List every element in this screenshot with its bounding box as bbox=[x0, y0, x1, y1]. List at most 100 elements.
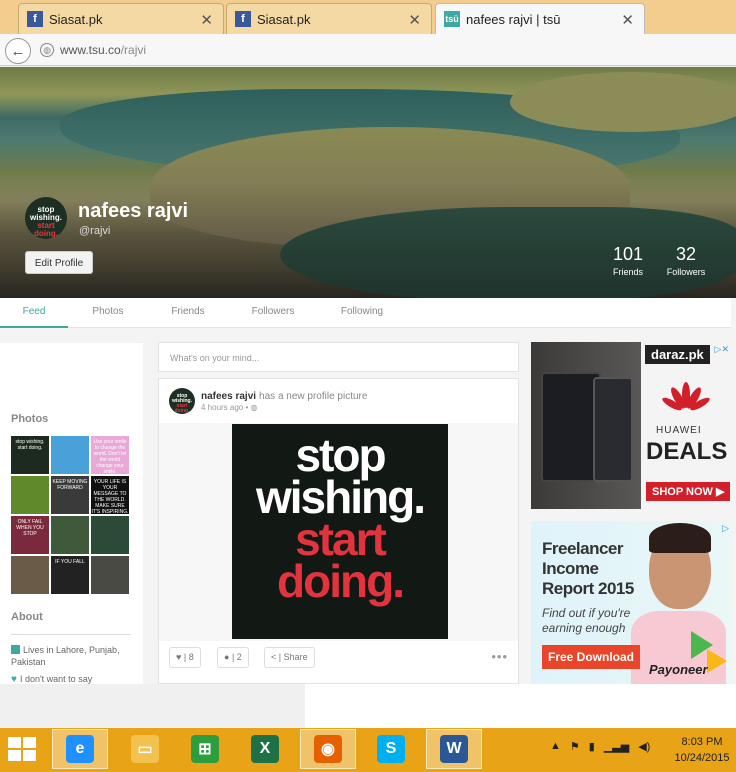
cover-photo: stop wishing. start doing. nafees rajvi … bbox=[0, 67, 736, 298]
ad-banner-payoneer[interactable]: ▷ Freelancer Income Report 2015 Find out i… bbox=[531, 521, 731, 684]
payoneer-logo-icon bbox=[707, 649, 727, 673]
ad-subtext-line: earning enough bbox=[542, 621, 626, 635]
taskbar-app[interactable]: ◉ bbox=[300, 729, 356, 769]
ad-headline-line: Income bbox=[542, 559, 599, 578]
network-icon[interactable]: ▁▃▅ bbox=[604, 740, 629, 753]
relationship-info: ♥ I don't want to say bbox=[11, 674, 92, 684]
taskbar-app[interactable]: X bbox=[237, 729, 293, 769]
power-icon[interactable]: ▮ bbox=[589, 740, 595, 753]
url-field[interactable]: www.tsu.co/rajvi bbox=[60, 43, 146, 57]
location-text: Lives in Lahore, Punjab, Pakistan bbox=[11, 645, 120, 667]
post-composer[interactable]: What's on your mind... bbox=[158, 342, 519, 372]
photo-thumbnail[interactable] bbox=[91, 556, 129, 594]
photo-thumbnail[interactable] bbox=[51, 516, 89, 554]
show-hidden-icons[interactable]: ▲ bbox=[550, 740, 561, 753]
system-clock[interactable]: 8:03 PM 10/24/2015 bbox=[668, 734, 736, 766]
taskbar-app[interactable]: ▭ bbox=[117, 729, 173, 769]
friends-label: Friends bbox=[612, 267, 643, 277]
like-button[interactable]: ♥ | 8 bbox=[169, 647, 201, 668]
photo-thumbnail[interactable]: KEEP MOVING FORWARD bbox=[51, 476, 89, 514]
ad-headline: Freelancer Income Report 2015 bbox=[542, 539, 634, 599]
share-button[interactable]: < | Share bbox=[264, 647, 315, 668]
browser-tab-active[interactable]: tsū nafees rajvi | tsū ✕ bbox=[435, 3, 645, 34]
internet-explorer-icon: e bbox=[66, 735, 94, 763]
tab-friends[interactable]: Friends bbox=[158, 298, 218, 328]
volume-icon[interactable]: ◀) bbox=[638, 740, 650, 753]
photo-thumbnail[interactable] bbox=[51, 436, 89, 474]
start-button[interactable] bbox=[8, 737, 38, 763]
taskbar-app[interactable]: W bbox=[426, 729, 482, 769]
ad-subtext: Find out if you're earning enough bbox=[542, 606, 630, 636]
photo-thumbnail[interactable]: IF YOU FALL bbox=[51, 556, 89, 594]
comment-icon: ● bbox=[224, 652, 230, 662]
photo-thumbnail[interactable]: stop wishing. start doing. bbox=[11, 436, 49, 474]
back-button[interactable]: ← bbox=[5, 38, 31, 64]
browser-tab[interactable]: f Siasat.pk ✕ bbox=[226, 3, 432, 34]
relationship-text: I don't want to say bbox=[19, 674, 93, 684]
browser-tab[interactable]: f Siasat.pk ✕ bbox=[18, 3, 224, 34]
photo-thumbnail[interactable]: Use your smile to change the world. Don'… bbox=[91, 436, 129, 474]
action-center-icon[interactable]: ⚑ bbox=[570, 740, 580, 753]
system-tray: ▲ ⚑ ▮ ▁▃▅ ◀) bbox=[550, 740, 650, 753]
word-icon: W bbox=[440, 735, 468, 763]
photo-thumbnail[interactable]: YOUR LIFE IS YOUR MESSAGE TO THE WORLD. … bbox=[91, 476, 129, 514]
ad-subtext-line: Find out if you're bbox=[542, 606, 631, 620]
followers-count: 32 bbox=[675, 244, 697, 264]
ad-headline-line: Report 2015 bbox=[542, 579, 634, 598]
close-icon[interactable]: ✕ bbox=[200, 11, 213, 29]
ad-choices-icon[interactable]: ▷ bbox=[722, 523, 729, 534]
ad-headline-line: Freelancer bbox=[542, 539, 624, 558]
file-explorer-icon: ▭ bbox=[131, 735, 159, 763]
tab-photos[interactable]: Photos bbox=[78, 298, 138, 328]
post-image[interactable]: stop wishing. start doing. bbox=[232, 424, 448, 639]
photos-heading[interactable]: Photos bbox=[11, 413, 48, 425]
clock-date: 10/24/2015 bbox=[674, 752, 730, 764]
profile-name: nafees rajvi bbox=[78, 200, 189, 222]
blank-area bbox=[0, 684, 305, 728]
divider bbox=[11, 634, 131, 635]
tab-title: Siasat.pk bbox=[257, 11, 311, 27]
post-timestamp[interactable]: 4 hours ago • bbox=[201, 403, 248, 412]
photo-thumbnail[interactable] bbox=[11, 476, 49, 514]
edit-profile-button[interactable]: Edit Profile bbox=[25, 251, 93, 274]
taskbar-app[interactable]: ⊞ bbox=[177, 729, 233, 769]
post-author: nafees rajvi has a new profile picture bbox=[201, 391, 367, 402]
friends-count: 101 bbox=[612, 244, 644, 264]
photo-thumbnail[interactable] bbox=[91, 516, 129, 554]
ad-banner-daraz[interactable]: daraz.pk ▷✕ HUAWEI DEALS SHOP NOW ▶ bbox=[531, 342, 731, 509]
free-download-button[interactable]: Free Download bbox=[542, 645, 641, 669]
comment-button[interactable]: ● | 2 bbox=[217, 647, 249, 668]
tab-following[interactable]: Following bbox=[332, 298, 392, 328]
followers-stat[interactable]: 32 Followers bbox=[664, 244, 708, 277]
heart-icon: ♥ bbox=[11, 674, 17, 684]
friends-stat[interactable]: 101 Friends bbox=[610, 244, 646, 277]
post-image-text: stop bbox=[295, 429, 386, 481]
ad-choices-icon[interactable]: ▷✕ bbox=[715, 344, 729, 355]
photo-thumbnail[interactable] bbox=[11, 556, 49, 594]
globe-icon: ◍ bbox=[250, 403, 258, 412]
person-image bbox=[649, 523, 711, 553]
url-host: www.tsu.co bbox=[60, 43, 121, 57]
tab-feed[interactable]: Feed bbox=[0, 298, 68, 328]
home-icon bbox=[11, 645, 20, 654]
post-image-text: wishing. bbox=[256, 471, 426, 523]
avatar[interactable]: stop wishing. start doing. bbox=[25, 197, 67, 239]
post-avatar[interactable]: stop wishing. start doing. bbox=[169, 388, 195, 414]
page-content: stop wishing. start doing. nafees rajvi … bbox=[0, 67, 736, 684]
store-icon: ⊞ bbox=[191, 735, 219, 763]
location-info: Lives in Lahore, Punjab, Pakistan bbox=[11, 644, 136, 668]
phone-image bbox=[593, 377, 633, 482]
post-image-text: doing. bbox=[277, 555, 405, 607]
tab-followers[interactable]: Followers bbox=[243, 298, 303, 328]
taskbar-app[interactable]: e bbox=[52, 729, 108, 769]
post-author-name[interactable]: nafees rajvi bbox=[201, 391, 256, 402]
close-icon[interactable]: ✕ bbox=[408, 11, 421, 29]
profile-handle: @rajvi bbox=[79, 225, 111, 237]
taskbar-app[interactable]: S bbox=[363, 729, 419, 769]
shop-now-button[interactable]: SHOP NOW ▶ bbox=[646, 482, 731, 501]
windows-taskbar: e ▭ ⊞ X ◉ S W ▲ ⚑ ▮ ▁▃▅ ◀) 8:03 PM 10/24/2015 bbox=[0, 728, 736, 772]
photo-thumbnail[interactable]: ONLY FAIL WHEN YOU STOP bbox=[11, 516, 49, 554]
more-options-icon[interactable]: ••• bbox=[491, 649, 508, 664]
close-icon[interactable]: ✕ bbox=[621, 11, 634, 29]
skype-icon: S bbox=[377, 735, 405, 763]
